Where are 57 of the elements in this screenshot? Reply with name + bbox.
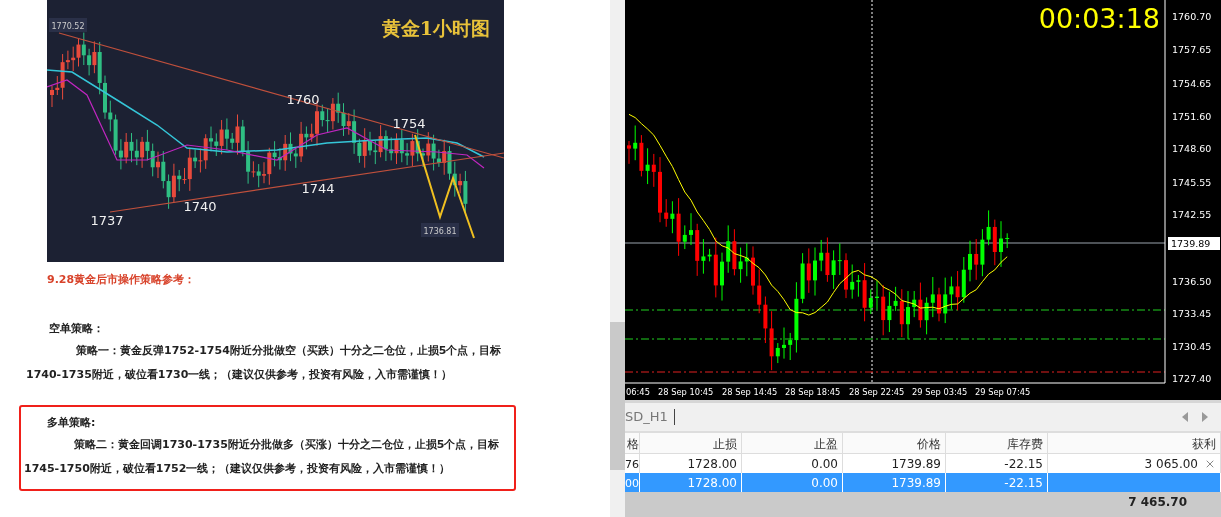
chart-tab[interactable]: SD_H1 bbox=[625, 409, 675, 425]
price-level-label: 1754 bbox=[392, 116, 426, 131]
strategy-title: 多单策略: bbox=[47, 415, 97, 431]
scrollbar[interactable] bbox=[610, 0, 625, 517]
cell-text: 1739.89 bbox=[891, 476, 941, 490]
time-axis-label: 28 Sep 14:45 bbox=[722, 387, 778, 397]
price-axis-label: 1733.45 bbox=[1172, 308, 1212, 319]
price-axis-label: 1748.60 bbox=[1172, 143, 1212, 154]
price-level-label: 1760 bbox=[286, 92, 320, 107]
cell-text: 1728.00 bbox=[687, 457, 737, 471]
price-axis-label: 1742.55 bbox=[1172, 209, 1212, 220]
price-axis-label: 1727.40 bbox=[1172, 373, 1212, 384]
column-header[interactable]: 格 bbox=[625, 433, 640, 454]
price-axis-label: 1760.70 bbox=[1172, 11, 1212, 22]
price-level-label: 1744 bbox=[301, 181, 335, 196]
section-heading: 9.28黄金后市操作策略参考： bbox=[47, 272, 197, 287]
cell-text: 1728.00 bbox=[687, 476, 737, 490]
countdown-timer: 00:03:18 bbox=[1038, 3, 1160, 34]
price-level-label: 1737 bbox=[90, 213, 124, 228]
column-header[interactable]: 库存费 bbox=[946, 433, 1048, 454]
scroll-right-icon[interactable] bbox=[1201, 412, 1209, 422]
cell-text: 3 065.00 bbox=[1144, 457, 1198, 471]
time-axis-label: 28 Sep 18:45 bbox=[785, 387, 841, 397]
close-icon[interactable] bbox=[1204, 458, 1216, 470]
column-header[interactable]: 获利 bbox=[1048, 433, 1221, 454]
price-axis-label: 1751.60 bbox=[1172, 111, 1212, 122]
cell-text: 0.00 bbox=[811, 457, 838, 471]
cell-text: 0.00 bbox=[811, 476, 838, 490]
total-profit: 7 465.70 bbox=[1128, 495, 1187, 511]
column-header[interactable]: 止损 bbox=[640, 433, 742, 454]
cell-text: -22.15 bbox=[1004, 476, 1043, 490]
price-axis-label: 1745.55 bbox=[1172, 177, 1212, 188]
column-header[interactable]: 止盈 bbox=[742, 433, 843, 454]
scrollbar-thumb[interactable] bbox=[610, 322, 625, 470]
price-tag: 1736.81 bbox=[421, 223, 459, 237]
time-axis-label: 28 Sep 22:45 bbox=[849, 387, 905, 397]
price-axis-label: 1757.65 bbox=[1172, 44, 1212, 55]
price-level-label: 1740 bbox=[183, 199, 217, 214]
current-price-tag: 1739.89 bbox=[1168, 237, 1220, 250]
time-axis-label: 28 Sep 10:45 bbox=[658, 387, 714, 397]
price-tag: 1770.52 bbox=[49, 18, 87, 32]
strategy-paragraph: 策略二：黄金回调1730-1735附近分批做多（买涨）十分之二仓位，止损5个点，目标1745-1750附近，破位看1752一线；（建议仅供参考，投资有风险，入市需谨慎！） bbox=[24, 437, 501, 477]
price-axis-label: 1730.45 bbox=[1172, 341, 1212, 352]
cell-text: 00 bbox=[625, 476, 639, 490]
strategy-paragraph: 策略一：黄金反弹1752-1754附近分批做空（买跌）十分之二仓位，止损5个点，目标1740-1735附近，破位看1730一线；（建议仅供参考，投资有风险，入市需谨慎！） bbox=[26, 343, 503, 383]
time-axis-label: 29 Sep 03:45 bbox=[912, 387, 968, 397]
cell-text: 76 bbox=[625, 457, 639, 471]
strategy-title: 空单策略： bbox=[49, 321, 105, 337]
scroll-left-icon[interactable] bbox=[1181, 412, 1189, 422]
price-axis-label: 1754.65 bbox=[1172, 78, 1212, 89]
cell-text: 1739.89 bbox=[891, 457, 941, 471]
price-axis-label: 1736.50 bbox=[1172, 276, 1212, 287]
column-header[interactable]: 价格 bbox=[843, 433, 946, 454]
cell-text: -22.15 bbox=[1004, 457, 1043, 471]
time-axis-label: 29 Sep 07:45 bbox=[975, 387, 1031, 397]
chart-title: 黄金1小时图 bbox=[381, 17, 490, 39]
time-axis-label: 06:45 bbox=[626, 387, 650, 397]
